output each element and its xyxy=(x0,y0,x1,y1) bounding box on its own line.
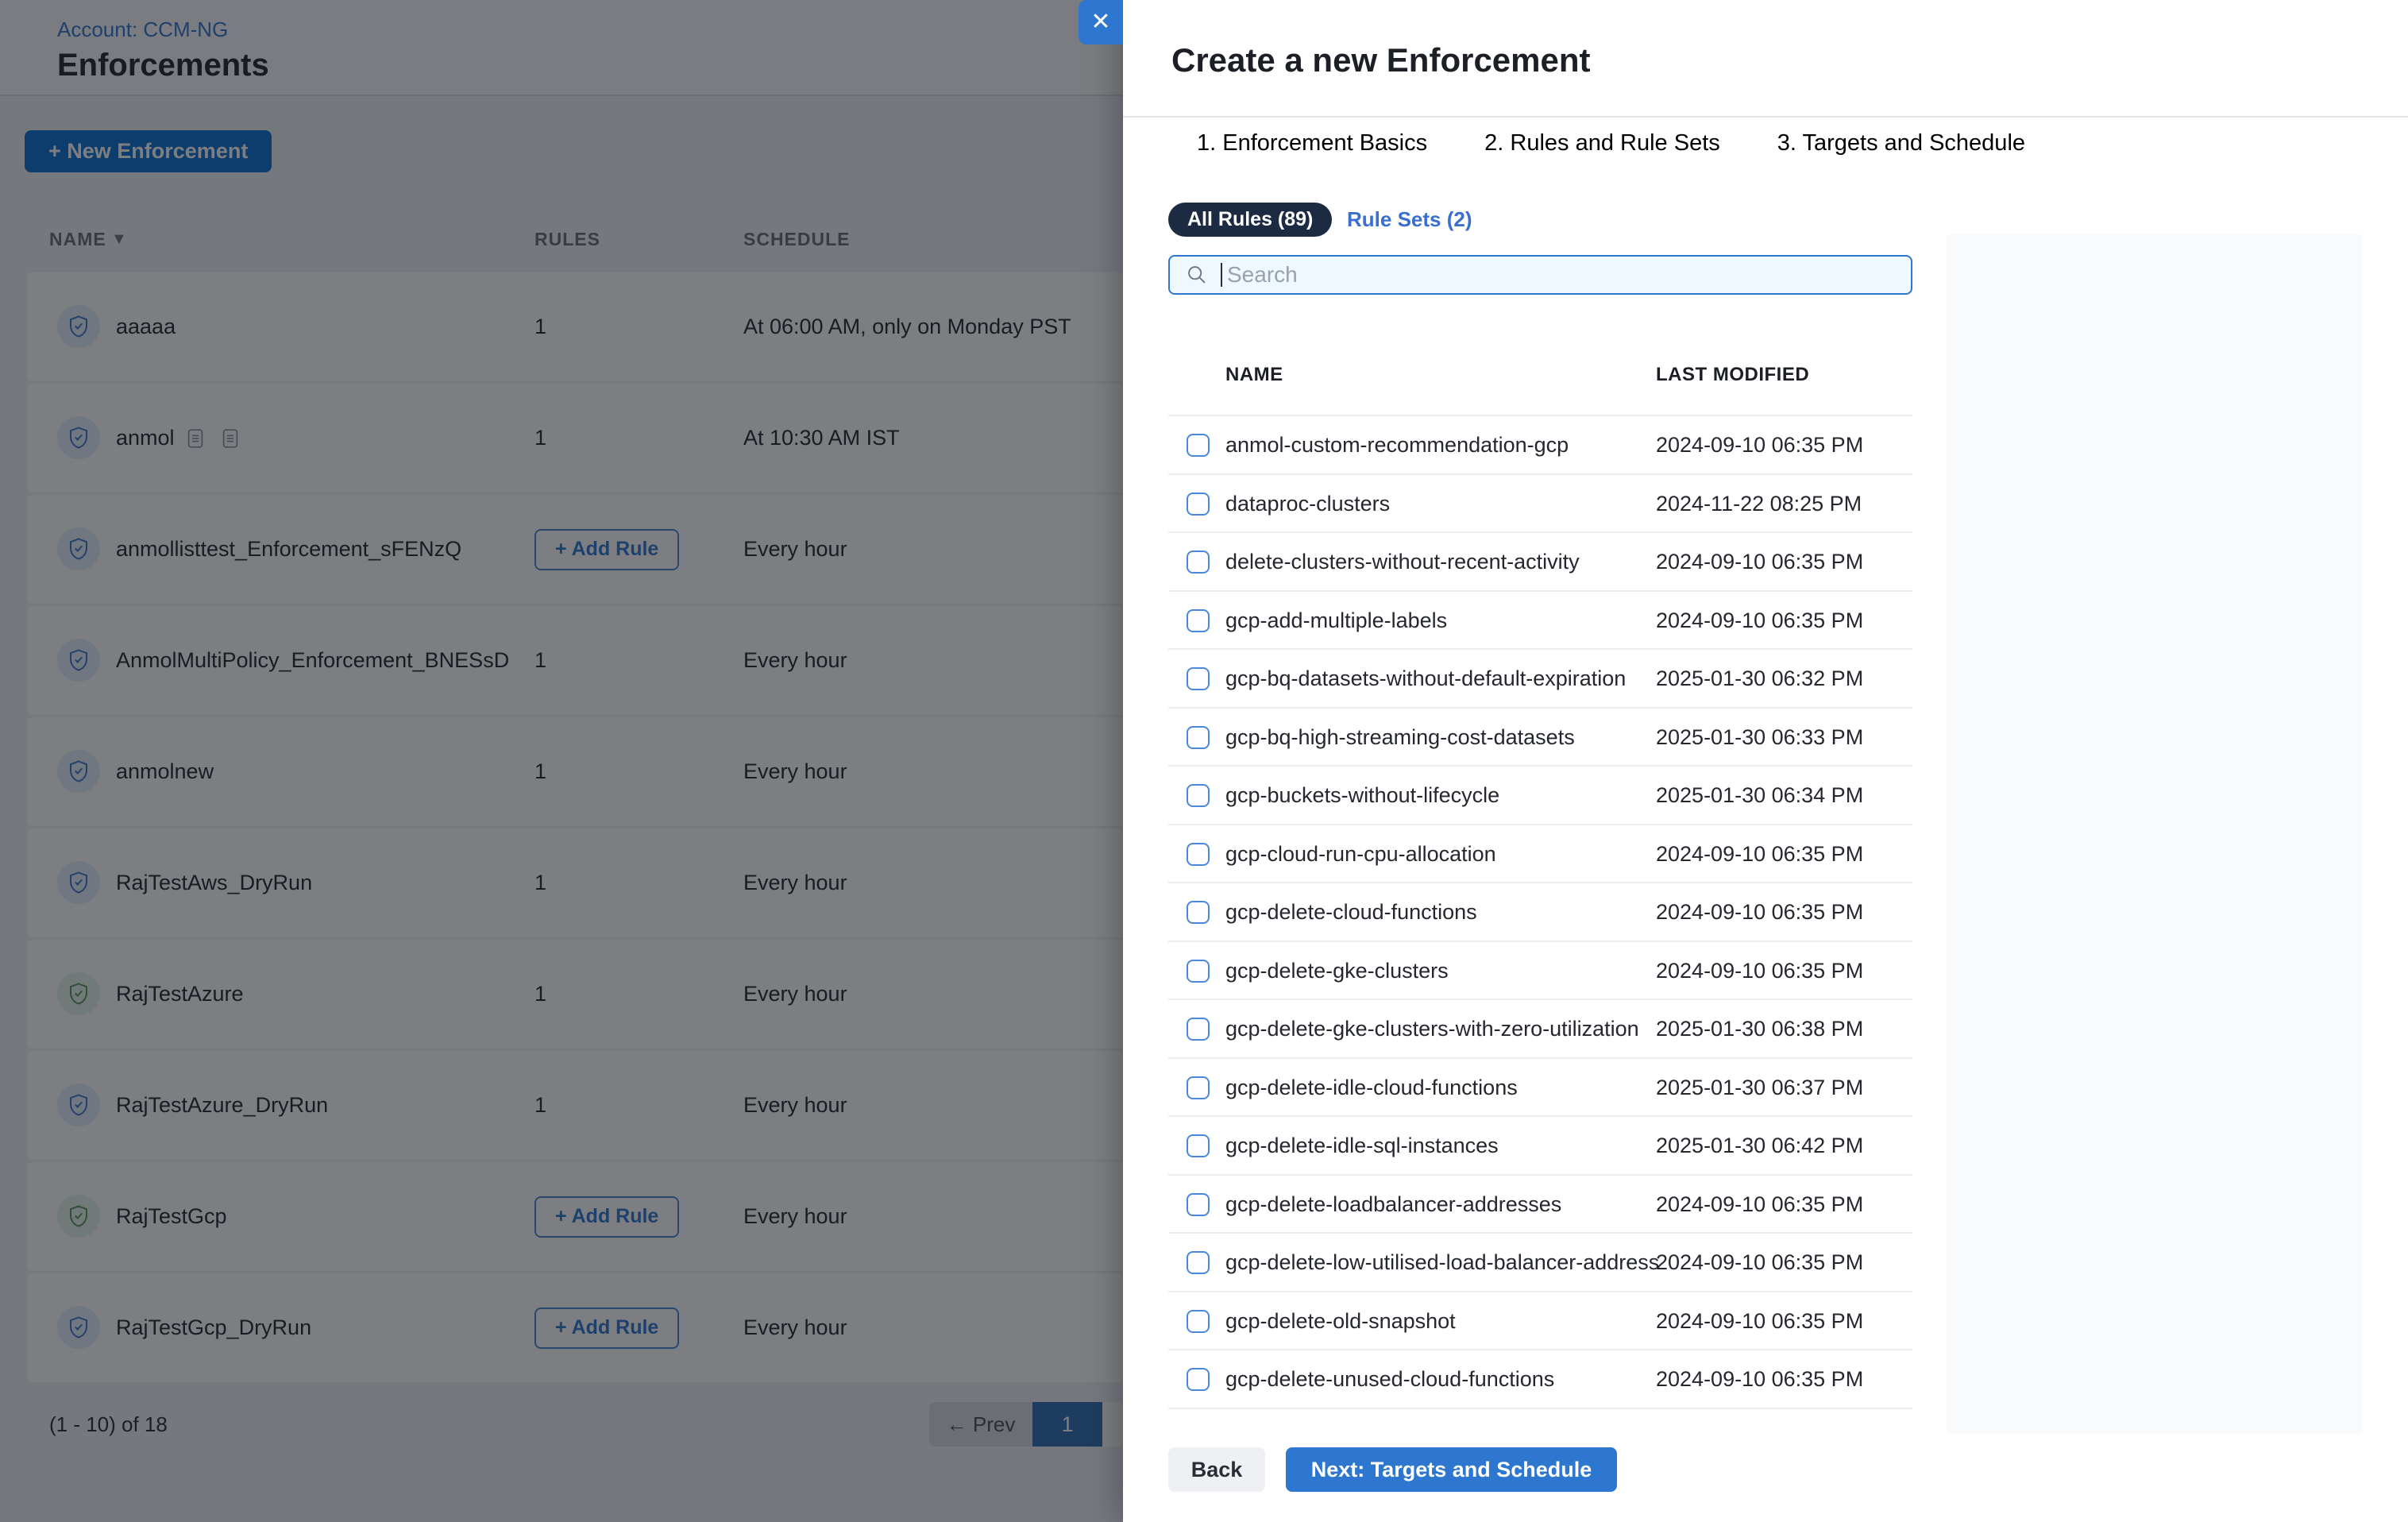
rule-checkbox[interactable] xyxy=(1187,1018,1210,1041)
rule-checkbox[interactable] xyxy=(1187,493,1210,516)
rule-name[interactable]: gcp-delete-unused-cloud-functions xyxy=(1225,1350,1554,1409)
rule-row[interactable]: gcp-delete-old-snapshot 2024-09-10 06:35… xyxy=(1168,1291,1912,1350)
rule-checkbox[interactable] xyxy=(1187,434,1210,457)
wizard-tabs: 1. Enforcement Basics 2. Rules and Rule … xyxy=(1187,118,2035,169)
search-input[interactable] xyxy=(1222,262,1911,288)
rule-row[interactable]: gcp-buckets-without-lifecycle 2025-01-30… xyxy=(1168,765,1912,824)
rule-checkbox[interactable] xyxy=(1187,784,1210,807)
rule-row[interactable]: gcp-delete-loadbalancer-addresses 2024-0… xyxy=(1168,1174,1912,1233)
rule-row[interactable]: gcp-delete-unused-cloud-functions 2024-0… xyxy=(1168,1349,1912,1408)
all-rules-tab[interactable]: All Rules (89) xyxy=(1168,203,1332,237)
rule-last-modified: 2024-09-10 06:35 PM xyxy=(1656,1292,1863,1351)
wizard-tab[interactable]: 1. Enforcement Basics xyxy=(1187,118,1437,169)
rule-row[interactable]: gcp-delete-low-utilised-load-balancer-ad… xyxy=(1168,1232,1912,1291)
rule-name[interactable]: gcp-delete-old-snapshot xyxy=(1225,1292,1456,1351)
search-box xyxy=(1168,255,1912,295)
rule-name[interactable]: anmol-custom-recommendation-gcp xyxy=(1225,416,1569,475)
rule-last-modified: 2024-09-10 06:35 PM xyxy=(1656,883,1863,942)
rule-name[interactable]: gcp-delete-cloud-functions xyxy=(1225,883,1477,942)
rule-last-modified: 2024-11-22 08:25 PM xyxy=(1656,475,1862,534)
rule-row[interactable]: gcp-add-multiple-labels 2024-09-10 06:35… xyxy=(1168,590,1912,649)
rule-row[interactable]: gcp-delete-idle-sql-instances 2025-01-30… xyxy=(1168,1115,1912,1174)
rule-last-modified: 2024-09-10 06:35 PM xyxy=(1656,1234,1863,1292)
rule-last-modified: 2025-01-30 06:32 PM xyxy=(1656,650,1863,709)
rule-last-modified: 2024-09-10 06:35 PM xyxy=(1656,942,1863,1001)
rule-last-modified: 2024-09-10 06:35 PM xyxy=(1656,416,1863,475)
rule-checkbox[interactable] xyxy=(1187,726,1210,749)
create-enforcement-drawer: ✕ Create a new Enforcement 1. Enforcemen… xyxy=(1123,0,2408,1522)
rule-checkbox[interactable] xyxy=(1187,901,1210,924)
rule-name[interactable]: delete-clusters-without-recent-activity xyxy=(1225,533,1580,592)
rule-name[interactable]: gcp-bq-datasets-without-default-expirati… xyxy=(1225,650,1626,709)
rule-last-modified: 2024-09-10 06:35 PM xyxy=(1656,825,1863,884)
rule-preview-panel xyxy=(1947,234,2363,1434)
close-icon[interactable]: ✕ xyxy=(1079,0,1123,44)
rule-row[interactable]: gcp-delete-gke-clusters 2024-09-10 06:35… xyxy=(1168,941,1912,999)
drawer-title: Create a new Enforcement xyxy=(1171,41,1591,79)
wizard-tab[interactable]: 2. Rules and Rule Sets xyxy=(1475,118,1730,169)
rule-name[interactable]: dataproc-clusters xyxy=(1225,475,1390,534)
rules-list: anmol-custom-recommendation-gcp 2024-09-… xyxy=(1168,415,1912,1409)
rule-name[interactable]: gcp-delete-loadbalancer-addresses xyxy=(1225,1176,1561,1234)
rule-name[interactable]: gcp-add-multiple-labels xyxy=(1225,592,1447,651)
rule-row[interactable]: gcp-delete-cloud-functions 2024-09-10 06… xyxy=(1168,882,1912,941)
rule-name[interactable]: gcp-delete-low-utilised-load-balancer-ad… xyxy=(1225,1234,1659,1292)
rule-checkbox[interactable] xyxy=(1187,1076,1210,1099)
wizard-tab-label: 1. Enforcement Basics xyxy=(1197,130,1427,156)
rule-last-modified: 2024-09-10 06:35 PM xyxy=(1656,1176,1863,1234)
rule-checkbox[interactable] xyxy=(1187,609,1210,632)
rule-last-modified: 2024-09-10 06:35 PM xyxy=(1656,533,1863,592)
back-button[interactable]: Back xyxy=(1168,1447,1265,1492)
rule-last-modified: 2025-01-30 06:38 PM xyxy=(1656,1000,1863,1059)
wizard-tab-label: 2. Rules and Rule Sets xyxy=(1484,130,1720,156)
wizard-tab-label: 3. Targets and Schedule xyxy=(1777,130,2025,156)
rule-row[interactable]: gcp-bq-high-streaming-cost-datasets 2025… xyxy=(1168,707,1912,766)
rule-name[interactable]: gcp-buckets-without-lifecycle xyxy=(1225,767,1499,825)
rule-last-modified: 2025-01-30 06:42 PM xyxy=(1656,1117,1863,1176)
rules-list-header: NAME LAST MODIFIED xyxy=(1168,364,1912,399)
rule-row[interactable]: gcp-delete-idle-cloud-functions 2025-01-… xyxy=(1168,1057,1912,1116)
rule-sets-tab[interactable]: Rule Sets (2) xyxy=(1347,203,1472,237)
rule-row[interactable]: anmol-custom-recommendation-gcp 2024-09-… xyxy=(1168,415,1912,473)
rule-name[interactable]: gcp-delete-idle-sql-instances xyxy=(1225,1117,1499,1176)
rule-checkbox[interactable] xyxy=(1187,960,1210,983)
rule-last-modified: 2025-01-30 06:33 PM xyxy=(1656,709,1863,767)
rule-name[interactable]: gcp-bq-high-streaming-cost-datasets xyxy=(1225,709,1575,767)
rule-checkbox[interactable] xyxy=(1187,1368,1210,1391)
rules-column-modified: LAST MODIFIED xyxy=(1656,364,1809,386)
rule-last-modified: 2024-09-10 06:35 PM xyxy=(1656,1350,1863,1409)
rule-checkbox[interactable] xyxy=(1187,843,1210,866)
rule-name[interactable]: gcp-delete-idle-cloud-functions xyxy=(1225,1059,1518,1118)
wizard-tab[interactable]: 3. Targets and Schedule xyxy=(1768,118,2035,169)
rule-checkbox[interactable] xyxy=(1187,1310,1210,1333)
rule-row[interactable]: gcp-delete-gke-clusters-with-zero-utiliz… xyxy=(1168,999,1912,1057)
rule-last-modified: 2025-01-30 06:37 PM xyxy=(1656,1059,1863,1118)
rule-row[interactable]: dataproc-clusters 2024-11-22 08:25 PM xyxy=(1168,473,1912,532)
rule-last-modified: 2025-01-30 06:34 PM xyxy=(1656,767,1863,825)
rule-checkbox[interactable] xyxy=(1187,667,1210,690)
next-targets-schedule-button[interactable]: Next: Targets and Schedule xyxy=(1286,1447,1617,1492)
rule-checkbox[interactable] xyxy=(1187,1134,1210,1157)
rule-checkbox[interactable] xyxy=(1187,1251,1210,1274)
search-icon xyxy=(1186,264,1208,286)
rule-checkbox[interactable] xyxy=(1187,1193,1210,1216)
rule-last-modified: 2024-09-10 06:35 PM xyxy=(1656,592,1863,651)
rule-row[interactable]: delete-clusters-without-recent-activity … xyxy=(1168,531,1912,590)
rule-name[interactable]: gcp-delete-gke-clusters xyxy=(1225,942,1449,1001)
rules-column-name: NAME xyxy=(1225,364,1283,386)
rule-name[interactable]: gcp-cloud-run-cpu-allocation xyxy=(1225,825,1496,884)
rule-row[interactable]: gcp-cloud-run-cpu-allocation 2024-09-10 … xyxy=(1168,824,1912,883)
rule-row[interactable]: gcp-bq-datasets-without-default-expirati… xyxy=(1168,648,1912,707)
rule-name[interactable]: gcp-delete-gke-clusters-with-zero-utiliz… xyxy=(1225,1000,1639,1059)
rule-checkbox[interactable] xyxy=(1187,550,1210,574)
